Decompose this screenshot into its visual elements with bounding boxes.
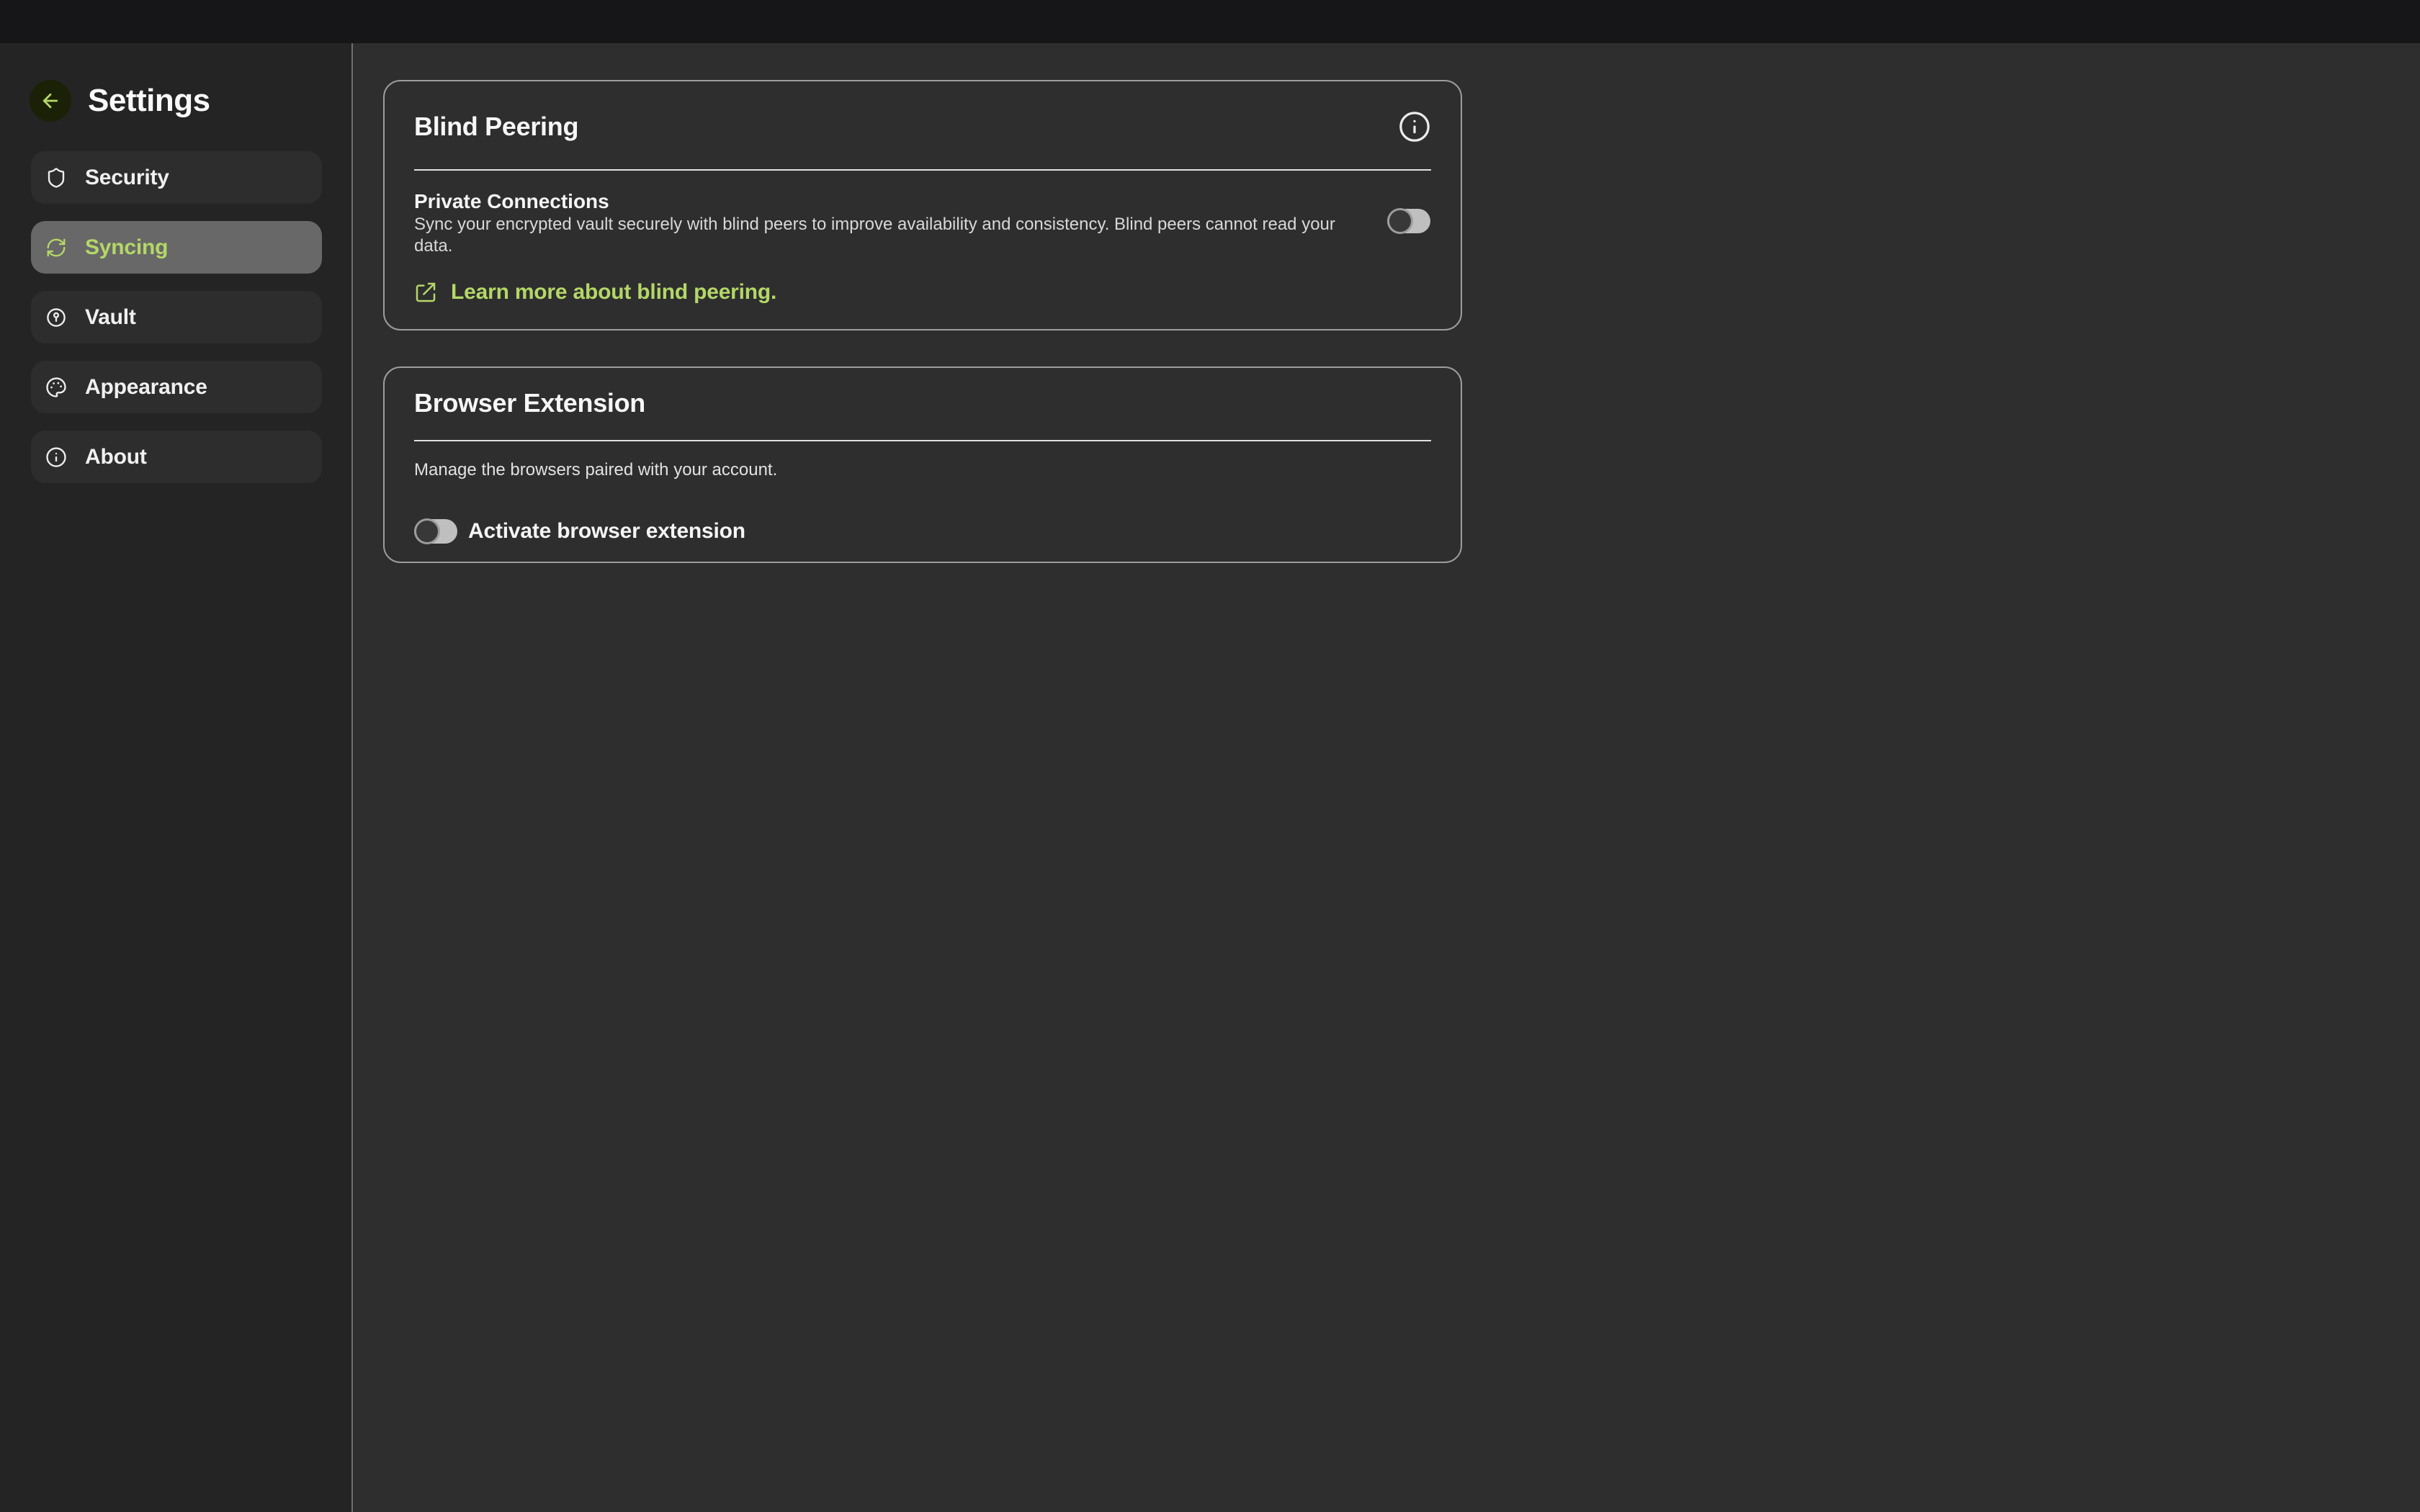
toggle-knob bbox=[1387, 208, 1413, 234]
sidebar-item-label: Appearance bbox=[85, 375, 207, 400]
sidebar-header: Settings bbox=[30, 80, 210, 122]
browser-extension-description: Manage the browsers paired with your acc… bbox=[414, 459, 1431, 481]
card-divider bbox=[414, 169, 1431, 171]
settings-sidebar: Settings Security Syncing bbox=[0, 43, 353, 1512]
activate-extension-toggle[interactable] bbox=[414, 519, 457, 544]
sidebar-nav: Security Syncing Vault bbox=[31, 151, 322, 500]
card-divider bbox=[414, 440, 1431, 441]
sidebar-item-about[interactable]: About bbox=[31, 431, 322, 483]
browser-extension-card: Browser Extension Manage the browsers pa… bbox=[383, 366, 1462, 563]
blind-peering-card-header: Blind Peering bbox=[414, 81, 1431, 143]
sidebar-item-appearance[interactable]: Appearance bbox=[31, 361, 322, 413]
toggle-knob bbox=[414, 518, 440, 544]
sidebar-item-label: Security bbox=[85, 166, 169, 190]
card-title: Blind Peering bbox=[414, 111, 578, 143]
vault-keyhole-icon bbox=[45, 307, 67, 328]
activate-extension-row: Activate browser extension bbox=[414, 519, 1431, 544]
page-title: Settings bbox=[88, 83, 210, 119]
info-icon bbox=[45, 446, 67, 468]
activate-extension-label: Activate browser extension bbox=[468, 519, 745, 544]
sidebar-item-vault[interactable]: Vault bbox=[31, 291, 322, 343]
card-title: Browser Extension bbox=[414, 387, 645, 419]
learn-more-link-label: Learn more about blind peering. bbox=[451, 280, 776, 305]
arrow-left-icon bbox=[40, 90, 61, 112]
back-button[interactable] bbox=[30, 80, 71, 122]
private-connections-heading: Private Connections bbox=[414, 189, 1431, 214]
sidebar-item-label: Syncing bbox=[85, 235, 168, 260]
palette-icon bbox=[45, 377, 67, 398]
sidebar-item-syncing[interactable]: Syncing bbox=[31, 221, 322, 274]
external-link-icon bbox=[414, 281, 437, 304]
sidebar-item-label: Vault bbox=[85, 305, 136, 330]
sidebar-item-label: About bbox=[85, 445, 147, 469]
blind-peering-card: Blind Peering Private Connections Sync y… bbox=[383, 80, 1462, 330]
shield-icon bbox=[45, 167, 67, 189]
sidebar-item-security[interactable]: Security bbox=[31, 151, 322, 204]
learn-more-link[interactable]: Learn more about blind peering. bbox=[414, 280, 776, 305]
window-top-bar bbox=[0, 0, 2420, 43]
sync-icon bbox=[45, 237, 67, 258]
info-icon[interactable] bbox=[1398, 110, 1431, 143]
private-connections-toggle[interactable] bbox=[1387, 209, 1430, 233]
browser-extension-card-header: Browser Extension bbox=[414, 368, 1431, 419]
private-connections-description: Sync your encrypted vault securely with … bbox=[414, 214, 1365, 257]
